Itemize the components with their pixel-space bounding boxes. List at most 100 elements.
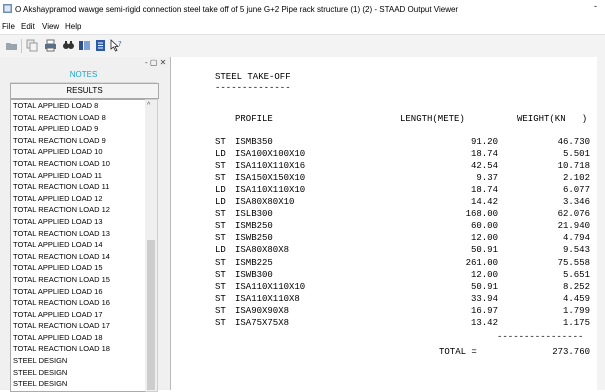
column-header-profile: PROFILE [235, 114, 273, 124]
print-icon[interactable] [44, 39, 57, 52]
row-profile: ISA110X110X16 [235, 161, 306, 172]
row-profile: ISA80X80X8 [235, 245, 290, 256]
row-weight: 62.076 [557, 209, 590, 220]
help-pointer-icon[interactable]: ? [110, 39, 123, 52]
results-list-item[interactable]: TOTAL REACTION LOAD 13 [11, 228, 145, 240]
row-weight: 4.794 [562, 233, 590, 244]
copy-icon[interactable] [26, 39, 39, 52]
results-list-item[interactable]: STEEL DESIGN [11, 367, 145, 379]
row-length: 50.91 [470, 281, 498, 292]
title-bar: O Akshaypramod wawge semi-rigid connecti… [0, 0, 605, 18]
results-list-item[interactable]: TOTAL REACTION LOAD 12 [11, 204, 145, 216]
row-member-type: LD [215, 149, 226, 160]
row-member-type: LD [215, 245, 226, 256]
results-list-item[interactable]: TOTAL REACTION LOAD 15 [11, 274, 145, 286]
total-label: TOTAL = [439, 346, 477, 357]
row-member-type: ST [215, 233, 226, 244]
results-list-item[interactable]: TOTAL APPLIED LOAD 17 [11, 309, 145, 321]
results-list-item[interactable]: TOTAL APPLIED LOAD 13 [11, 216, 145, 228]
row-profile: ISA90X90X8 [235, 305, 290, 316]
results-list-item[interactable]: TOTAL APPLIED LOAD 16 [11, 286, 145, 298]
results-list-item[interactable]: TOTAL REACTION LOAD 9 [11, 135, 145, 147]
results-list-item[interactable]: TOTAL APPLIED LOAD 15 [11, 262, 145, 274]
results-list-item[interactable]: TOTAL APPLIED LOAD 10 [11, 146, 145, 158]
row-length: 16.97 [470, 305, 498, 316]
tab-notes[interactable]: NOTES [10, 68, 157, 83]
row-weight: 4.459 [562, 293, 590, 304]
results-list-item[interactable]: TOTAL APPLIED LOAD 11 [11, 170, 145, 182]
app-icon [3, 4, 12, 13]
results-list-item[interactable]: STEEL DESIGN [11, 378, 145, 390]
row-profile: ISA110X110X10 [235, 185, 306, 196]
row-length: 168.00 [465, 209, 498, 220]
row-weight: 6.077 [562, 185, 590, 196]
row-weight: 10.718 [557, 161, 590, 172]
row-length: 18.74 [470, 185, 498, 196]
results-list-item[interactable]: TOTAL REACTION LOAD 14 [11, 251, 145, 263]
row-profile: ISWB250 [235, 233, 273, 244]
row-length: 14.42 [470, 197, 498, 208]
takeoff-heading-underline: -------------- [215, 83, 291, 93]
results-list-item[interactable]: TOTAL APPLIED LOAD 9 [11, 123, 145, 135]
menu-view[interactable]: View [42, 22, 59, 31]
row-profile: ISA75X75X8 [235, 317, 290, 328]
results-list-item[interactable]: TOTAL APPLIED LOAD 8 [11, 100, 145, 112]
open-icon[interactable] [5, 39, 18, 52]
row-member-type: LD [215, 197, 226, 208]
find-icon[interactable] [62, 39, 75, 52]
results-scrollbar[interactable]: ^ [145, 99, 158, 392]
row-weight: 1.175 [562, 317, 590, 328]
takeoff-heading: STEEL TAKE-OFF [215, 72, 291, 82]
row-length: 33.94 [470, 293, 498, 304]
scroll-up-arrow-icon[interactable]: ^ [147, 102, 150, 109]
results-list-item[interactable]: STEEL DESIGN [11, 355, 145, 367]
row-member-type: LD [215, 185, 226, 196]
results-list-item[interactable]: TOTAL REACTION LOAD 16 [11, 297, 145, 309]
row-member-type: ST [215, 209, 226, 220]
results-list-item[interactable]: TOTAL REACTION LOAD 8 [11, 112, 145, 124]
results-list-item[interactable]: TOTAL APPLIED LOAD 12 [11, 193, 145, 205]
row-member-type: ST [215, 173, 226, 184]
report-icon[interactable] [94, 39, 107, 52]
row-length: 12.00 [470, 269, 498, 280]
row-member-type: ST [215, 305, 226, 316]
results-list-item[interactable]: TOTAL REACTION LOAD 11 [11, 181, 145, 193]
row-member-type: ST [215, 257, 226, 268]
row-profile: ISMB225 [235, 257, 273, 268]
row-length: 9.37 [476, 173, 498, 184]
row-member-type: ST [215, 161, 226, 172]
row-weight: 2.102 [562, 173, 590, 184]
row-profile: ISA80X80X10 [235, 197, 295, 208]
row-member-type: ST [215, 281, 226, 292]
row-weight: 3.346 [562, 197, 590, 208]
menu-edit[interactable]: Edit [21, 22, 35, 31]
row-member-type: ST [215, 293, 226, 304]
results-panel: - ▢ ✕ NOTES RESULTS TOTAL APPLIED LOAD 8… [0, 57, 171, 392]
column-header-length: LENGTH(METE) [400, 114, 465, 124]
panel-window-buttons[interactable]: - ▢ ✕ [145, 58, 166, 67]
scrollbar-thumb[interactable] [147, 240, 155, 390]
row-profile: ISMB350 [235, 137, 273, 147]
row-length: 42.54 [470, 161, 498, 172]
results-list-item[interactable]: TOTAL REACTION LOAD 17 [11, 320, 145, 332]
row-profile: ISA150X150X10 [235, 173, 306, 184]
minimize-button[interactable]: - [594, 1, 597, 11]
results-list-item[interactable]: TOTAL REACTION LOAD 18 [11, 343, 145, 355]
row-length: 50.91 [470, 245, 498, 256]
layout-icon[interactable] [78, 39, 91, 52]
results-list-item[interactable]: TOTAL REACTION LOAD 10 [11, 158, 145, 170]
toolbar: ? [0, 34, 605, 58]
svg-text:?: ? [118, 40, 122, 48]
row-profile: ISMB250 [235, 221, 273, 232]
results-list-item[interactable]: TOTAL APPLIED LOAD 14 [11, 239, 145, 251]
menu-file[interactable]: File [2, 22, 15, 31]
row-weight: 75.558 [557, 257, 590, 268]
toolbar-divider [21, 39, 22, 53]
menu-help[interactable]: Help [65, 22, 81, 31]
row-weight: 1.799 [562, 305, 590, 316]
results-header[interactable]: RESULTS [10, 83, 159, 99]
row-length: 13.42 [470, 317, 498, 328]
row-profile: ISWB300 [235, 269, 273, 280]
row-member-type: ST [215, 221, 226, 232]
results-list-item[interactable]: TOTAL APPLIED LOAD 18 [11, 332, 145, 344]
